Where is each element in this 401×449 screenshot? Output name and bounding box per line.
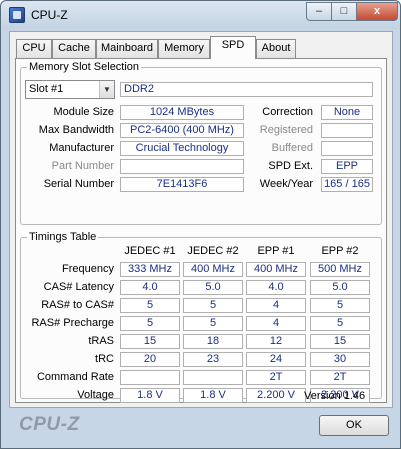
row-label-ras-precharge: RAS# Precharge xyxy=(31,317,114,329)
row-label-voltage: Voltage xyxy=(77,389,114,401)
timing-cell: 5 xyxy=(120,298,180,313)
row-label-ras-to-cas: RAS# to CAS# xyxy=(41,299,114,311)
module-size-label: Module Size xyxy=(53,106,114,118)
tab-mainboard[interactable]: Mainboard xyxy=(96,39,158,58)
timing-cell: 5.0 xyxy=(183,280,243,295)
manufacturer-value: Crucial Technology xyxy=(120,141,244,156)
correction-label: Correction xyxy=(262,106,313,118)
timing-cell: 400 MHz xyxy=(246,262,306,277)
part-number-label: Part Number xyxy=(51,160,114,172)
row-label-trc: tRC xyxy=(95,353,114,365)
ok-button[interactable]: OK xyxy=(319,415,389,436)
client-area: CPU Cache Mainboard Memory SPD About Mem… xyxy=(9,31,393,408)
window-title: CPU-Z xyxy=(31,8,68,22)
timing-cell: 5 xyxy=(183,316,243,331)
timing-cell: 5 xyxy=(310,298,370,313)
timing-cell: 18 xyxy=(183,334,243,349)
timing-cell: 2.200 V xyxy=(246,388,306,403)
memory-slot-group: Memory Slot Selection Slot #1 ▼ DDR2 Mod… xyxy=(20,61,382,225)
timing-cell xyxy=(183,370,243,385)
memory-type-value: DDR2 xyxy=(120,82,373,97)
week-year-value: 165 / 165 xyxy=(321,177,373,192)
timing-cell: 15 xyxy=(120,334,180,349)
col-header-epp2: EPP #2 xyxy=(321,245,359,257)
serial-number-label: Serial Number xyxy=(43,178,114,190)
minimize-button[interactable]: – xyxy=(306,2,332,21)
timing-cell: 20 xyxy=(120,352,180,367)
tab-about[interactable]: About xyxy=(256,39,296,58)
timing-cell: 333 MHz xyxy=(120,262,180,277)
module-size-value: 1024 MBytes xyxy=(120,105,244,120)
timing-cell: 4.0 xyxy=(246,280,306,295)
spd-ext-label: SPD Ext. xyxy=(268,160,313,172)
buffered-label: Buffered xyxy=(271,142,313,154)
timing-cell: 1.8 V xyxy=(183,388,243,403)
timing-cell: 4 xyxy=(246,316,306,331)
close-button[interactable]: x xyxy=(356,2,398,21)
title-bar[interactable]: CPU-Z – □ x xyxy=(1,1,400,29)
version-text: Version 1.46 xyxy=(304,390,366,402)
timings-table-group: Timings Table JEDEC #1 JEDEC #2 EPP #1 E… xyxy=(20,231,382,403)
slot-select[interactable]: Slot #1 ▼ xyxy=(25,80,115,99)
timing-cell: 15 xyxy=(310,334,370,349)
cpuz-window: CPU-Z – □ x CPU Cache Mainboard Memory S… xyxy=(0,0,401,449)
timing-cell: 500 MHz xyxy=(310,262,370,277)
chevron-down-icon[interactable]: ▼ xyxy=(99,81,114,98)
tab-spd[interactable]: SPD xyxy=(210,36,256,59)
week-year-label: Week/Year xyxy=(259,178,313,190)
col-header-epp1: EPP #1 xyxy=(257,245,295,257)
timing-cell: 2T xyxy=(246,370,306,385)
timing-cell: 30 xyxy=(310,352,370,367)
col-header-jedec1: JEDEC #1 xyxy=(124,245,176,257)
row-label-command-rate: Command Rate xyxy=(36,371,114,383)
row-label-frequency: Frequency xyxy=(62,263,114,275)
timing-cell: 400 MHz xyxy=(183,262,243,277)
cpuz-brand-logo: CPU-Z xyxy=(19,414,80,435)
tab-cpu[interactable]: CPU xyxy=(16,39,52,58)
part-number-value xyxy=(120,159,244,174)
spd-ext-value: EPP xyxy=(321,159,373,174)
timing-cell: 4.0 xyxy=(120,280,180,295)
maximize-button[interactable]: □ xyxy=(331,2,357,21)
col-header-jedec2: JEDEC #2 xyxy=(187,245,239,257)
timing-cell: 12 xyxy=(246,334,306,349)
timing-cell: 5 xyxy=(183,298,243,313)
max-bandwidth-value: PC2-6400 (400 MHz) xyxy=(120,123,244,138)
timing-cell: 5 xyxy=(120,316,180,331)
tab-cache[interactable]: Cache xyxy=(52,39,96,58)
spd-panel: Memory Slot Selection Slot #1 ▼ DDR2 Mod… xyxy=(15,58,387,403)
group-title: Timings Table xyxy=(27,231,99,243)
registered-label: Registered xyxy=(259,124,313,136)
cpuz-app-icon xyxy=(9,7,25,23)
tab-memory[interactable]: Memory xyxy=(158,39,210,58)
buffered-value xyxy=(321,141,373,156)
row-label-tras: tRAS xyxy=(88,335,114,347)
row-label-cas-latency: CAS# Latency xyxy=(43,281,114,293)
timing-cell: 4 xyxy=(246,298,306,313)
timing-cell xyxy=(120,370,180,385)
timing-cell: 5 xyxy=(310,316,370,331)
correction-value: None xyxy=(321,105,373,120)
manufacturer-label: Manufacturer xyxy=(49,142,114,154)
timing-cell: 23 xyxy=(183,352,243,367)
group-title: Memory Slot Selection xyxy=(27,61,142,73)
slot-select-value: Slot #1 xyxy=(29,83,64,95)
registered-value xyxy=(321,123,373,138)
timing-cell: 5.0 xyxy=(310,280,370,295)
timing-cell: 24 xyxy=(246,352,306,367)
timing-cell: 2T xyxy=(310,370,370,385)
timing-cell: 1.8 V xyxy=(120,388,180,403)
max-bandwidth-label: Max Bandwidth xyxy=(38,124,114,136)
serial-number-value: 7E1413F6 xyxy=(120,177,244,192)
